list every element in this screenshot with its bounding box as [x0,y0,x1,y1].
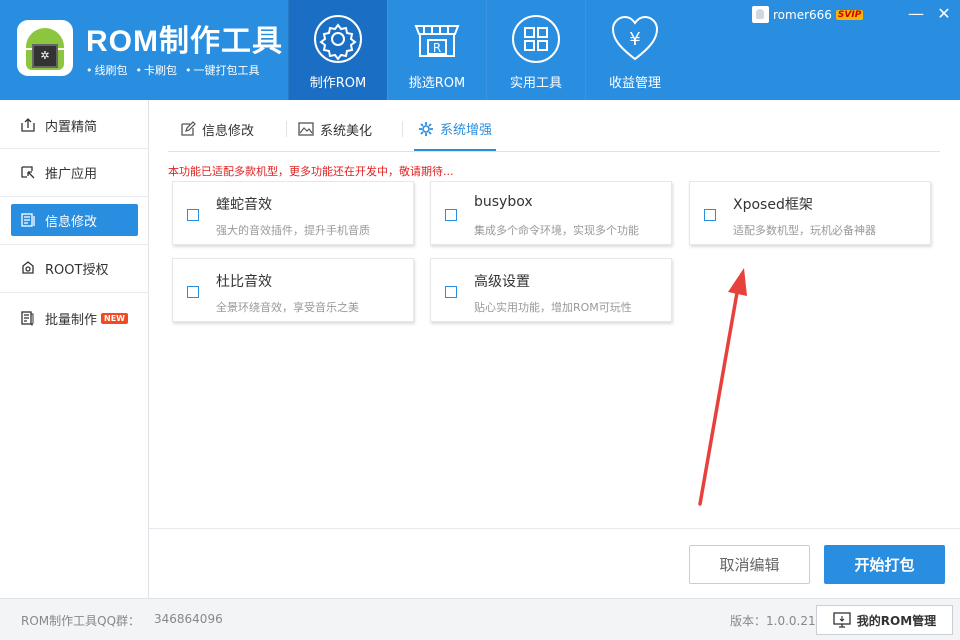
image-icon [298,122,314,136]
feature-card-dolby-audio[interactable]: 杜比音效 全景环绕音效，享受音乐之美 [172,258,414,322]
feature-card-busybox[interactable]: busybox 集成多个命令环境，实现多个功能 [430,181,672,245]
store-icon: R [414,25,460,57]
sidebar-item-root-auth[interactable]: ROOT授权 [11,252,138,284]
avatar [752,6,769,23]
version-text: 版本：1.0.0.21 [730,614,816,628]
checkbox[interactable] [704,209,716,221]
nav-pick-rom[interactable]: R 挑选ROM [387,0,486,100]
start-pack-button[interactable]: 开始打包 [824,545,945,584]
monitor-icon [833,612,851,628]
my-rom-manage-button[interactable]: 我的ROM管理 [816,605,953,635]
edit-icon [181,121,196,136]
svg-text:¥: ¥ [629,29,640,50]
sidebar-item-info-edit[interactable]: 信息修改 [11,204,138,236]
feature-card-xposed[interactable]: Xposed框架 适配多数机型，玩机必备神器 [689,181,931,245]
tag-one-click: 一键打包工具 [185,62,260,78]
upload-box-icon [19,116,37,134]
gear-icon [314,15,362,63]
tab-system-enhance[interactable]: 系统增强 [414,108,497,151]
sidebar: 内置精简 推广应用 信息修改 ROOT授权 批量制作 NEW [0,100,149,598]
svip-badge: SVIP [835,9,864,20]
svg-text:R: R [433,41,441,55]
cancel-edit-button[interactable]: 取消编辑 [689,545,810,584]
qq-group-number: 346864096 [154,612,223,626]
user-account[interactable]: romer666 SVIP [752,6,864,23]
minimize-icon[interactable]: — [906,4,926,24]
app-tags: 线刷包 卡刷包 一键打包工具 [86,62,260,78]
sidebar-item-batch-make[interactable]: 批量制作 NEW [11,302,138,334]
tab-info-edit[interactable]: 信息修改 [180,108,254,150]
batch-edit-icon [19,309,37,327]
feature-card-advanced-settings[interactable]: 高级设置 贴心实用功能，增加ROM可玩性 [430,258,672,322]
heart-yen-icon: ¥ [611,15,659,61]
checkbox[interactable] [187,209,199,221]
new-badge: NEW [101,312,128,324]
nav-revenue[interactable]: ¥ 收益管理 [585,0,684,100]
app-title: ROM制作工具 [86,25,283,58]
tag-line-flash: 线刷包 [86,62,128,78]
close-icon[interactable]: ✕ [934,4,954,24]
username: romer666 [773,7,832,22]
qq-group-label: ROM制作工具QQ群： [21,614,141,628]
checkbox[interactable] [445,209,457,221]
settings-icon [419,121,433,136]
tab-system-beautify[interactable]: 系统美化 [298,108,372,150]
checkbox[interactable] [187,286,199,298]
promote-icon [19,163,37,181]
tag-card-flash: 卡刷包 [136,62,177,78]
action-divider [149,528,960,529]
app-header: ✲ ROM制作工具 线刷包 卡刷包 一键打包工具 制作ROM R 挑选ROM [0,0,960,100]
app-logo: ✲ [17,20,73,76]
tab-bar: 信息修改 系统美化 系统增强 [168,108,940,152]
sidebar-item-builtin-slim[interactable]: 内置精简 [11,109,138,141]
grid-icon [512,15,560,63]
nav-utility-tools[interactable]: 实用工具 [486,0,585,100]
main-nav: 制作ROM R 挑选ROM 实用工具 ¥ 收益管理 [288,0,684,100]
checkbox[interactable] [445,286,457,298]
footer: ROM制作工具QQ群： 346864096 版本：1.0.0.21 我的ROM管… [0,598,960,640]
document-icon [19,211,37,229]
notice-text: 本功能已适配多款机型，更多功能还在开发中，敬请期待... [168,165,454,178]
sidebar-item-promote-apps[interactable]: 推广应用 [11,156,138,188]
nav-make-rom[interactable]: 制作ROM [288,0,387,100]
feature-card-viper-audio[interactable]: 蝰蛇音效 强大的音效插件，提升手机音质 [172,181,414,245]
root-icon [19,259,37,277]
